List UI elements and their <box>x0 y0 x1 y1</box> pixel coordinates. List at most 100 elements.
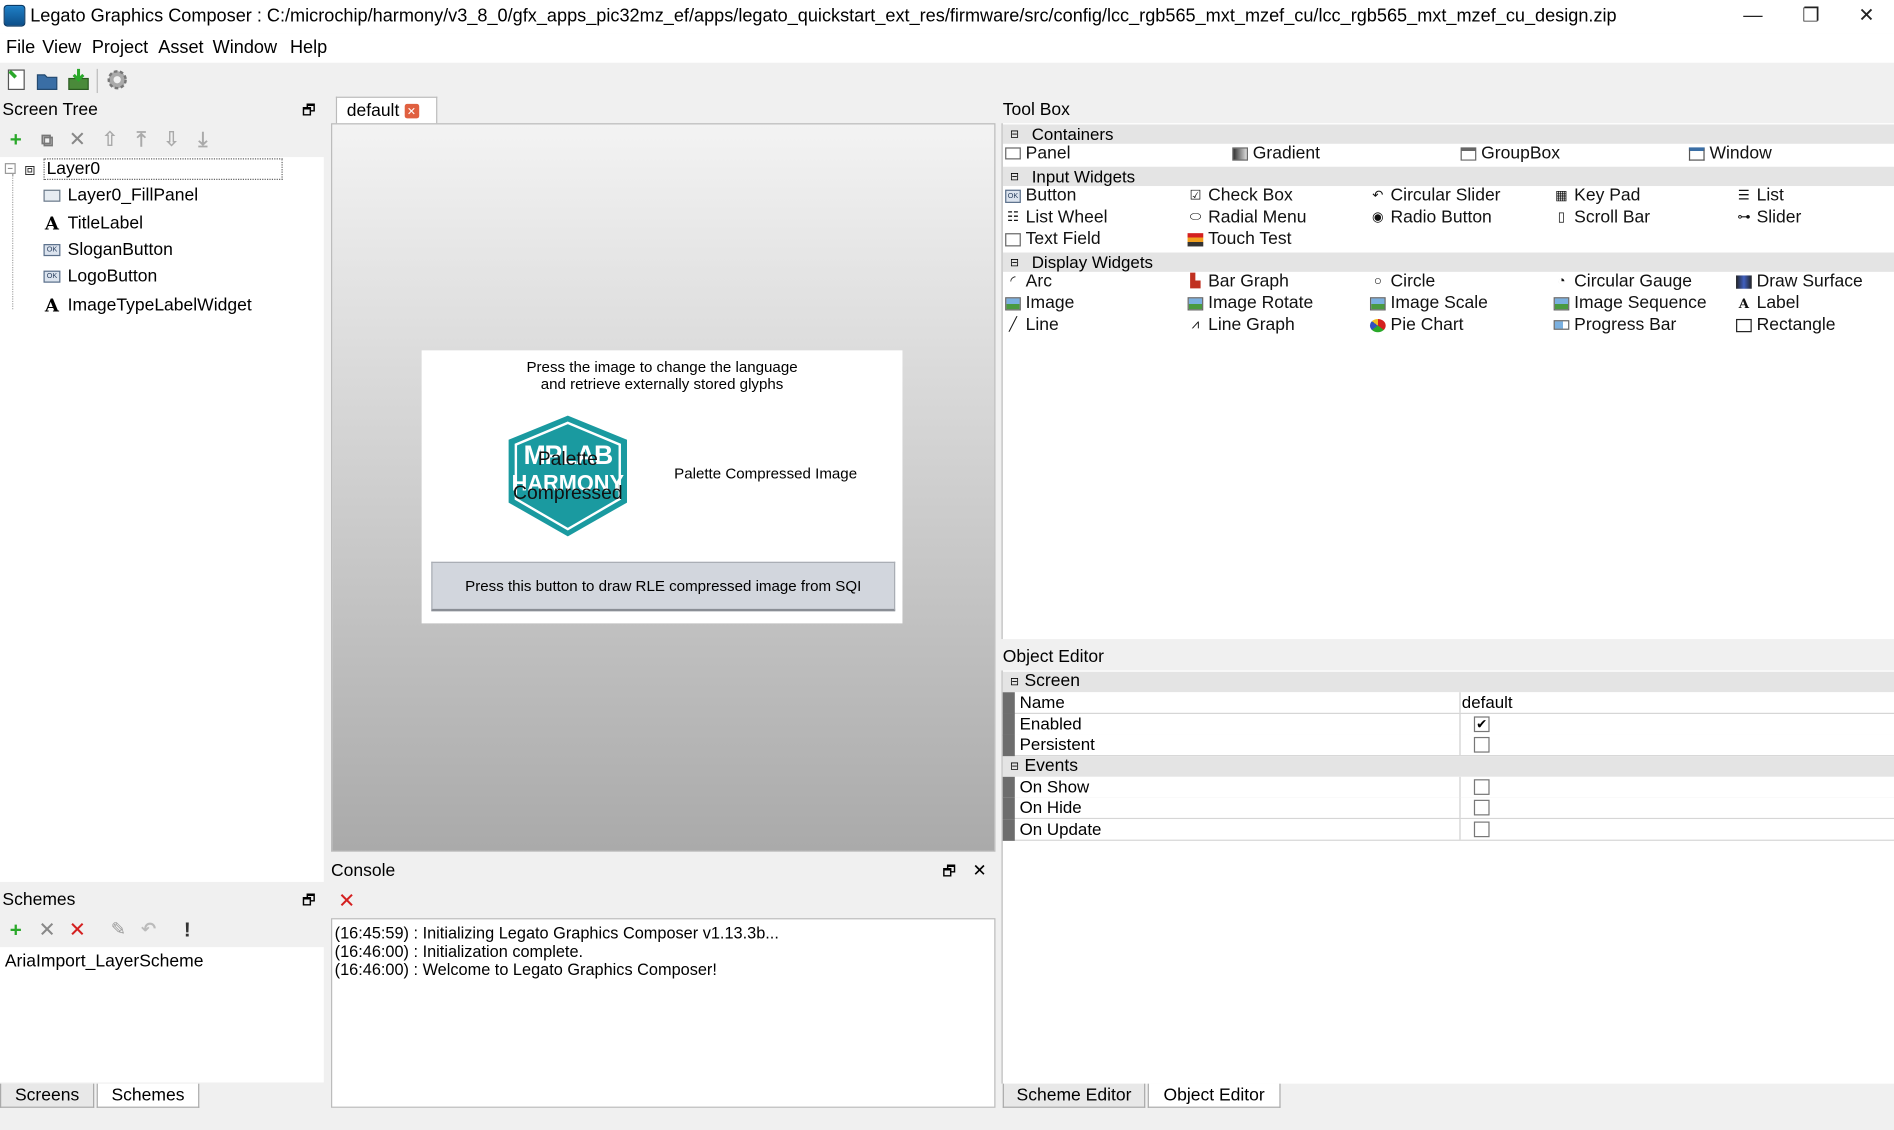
on-update-checkbox[interactable] <box>1473 821 1490 838</box>
delete-icon[interactable]: ✕ <box>66 129 88 151</box>
tool-arc[interactable]: ◜ Arc <box>1005 272 1052 291</box>
on-show-checkbox[interactable] <box>1473 779 1490 795</box>
tool-key-pad[interactable]: ▦ Key Pad <box>1554 186 1640 205</box>
tab-screens[interactable]: Screens <box>0 1083 95 1108</box>
tool-radial-menu[interactable]: ⬭ Radial Menu <box>1188 208 1307 227</box>
move-bottom-icon[interactable]: ⤓ <box>192 129 214 151</box>
section-display-widgets[interactable]: ⊟ Display Widgets <box>1002 252 1894 272</box>
edit-scheme-icon[interactable]: ✎ <box>108 919 130 941</box>
tool-rectangle[interactable]: Rectangle <box>1736 315 1835 335</box>
add-icon[interactable]: + <box>5 129 27 151</box>
section-containers[interactable]: ⊟ Containers <box>1002 124 1894 144</box>
tool-label[interactable]: A Label <box>1736 294 1800 313</box>
save-icon[interactable] <box>66 68 90 92</box>
float-panel-icon[interactable]: 🗗 <box>942 860 956 885</box>
tool-circle[interactable]: ○ Circle <box>1370 272 1435 291</box>
move-up-icon[interactable]: ⇧ <box>99 129 121 151</box>
tool-list[interactable]: ☰ List <box>1736 186 1784 205</box>
tree-node-titlelabel[interactable]: A TitleLabel <box>43 213 143 235</box>
clear-console-icon[interactable]: ✕ <box>336 890 358 912</box>
tool-check-box[interactable]: ☑ Check Box <box>1188 186 1292 205</box>
enabled-checkbox[interactable]: ✔ <box>1473 716 1490 733</box>
tool-bar-graph[interactable]: ▙ Bar Graph <box>1188 272 1289 291</box>
property-key: Name <box>1019 692 1065 712</box>
new-file-icon[interactable] <box>5 68 29 92</box>
move-top-icon[interactable]: ⤒ <box>130 129 152 151</box>
oe-screen-section[interactable]: ⊟ Screen <box>1002 671 1894 693</box>
tool-image-rotate[interactable]: Image Rotate <box>1187 294 1313 313</box>
float-panel-icon[interactable]: 🗗 <box>302 889 316 914</box>
undo-icon[interactable]: ↶ <box>138 919 160 941</box>
open-folder-icon[interactable] <box>35 68 59 92</box>
tool-groupbox[interactable]: GroupBox <box>1460 144 1560 163</box>
tool-circular-slider[interactable]: ↶ Circular Slider <box>1370 186 1500 205</box>
tree-node-logobutton[interactable]: OK LogoButton <box>43 267 157 286</box>
add-layer-icon[interactable]: ⧉ <box>36 129 58 151</box>
tab-scheme-editor[interactable]: Scheme Editor <box>1002 1083 1146 1108</box>
oe-events-section[interactable]: ⊟ Events <box>1002 756 1894 777</box>
close-tab-icon[interactable]: ✕ <box>404 103 419 118</box>
restore-button[interactable]: ❐ <box>1783 0 1839 34</box>
close-console-icon[interactable]: ✕ <box>973 860 987 881</box>
arc-icon: ◜ <box>1010 273 1016 289</box>
float-panel-icon[interactable]: 🗗 <box>302 99 316 124</box>
tool-line-graph[interactable]: ⩘ Line Graph <box>1188 315 1295 334</box>
tool-list-wheel[interactable]: ☷ List Wheel <box>1005 208 1107 227</box>
menu-help[interactable]: Help <box>290 37 327 58</box>
tool-draw-surface[interactable]: Draw Surface <box>1736 272 1863 291</box>
tool-window[interactable]: Window <box>1688 144 1772 163</box>
tool-image-scale[interactable]: Image Scale <box>1369 294 1488 313</box>
minimize-button[interactable]: — <box>1725 0 1781 34</box>
tool-gradient[interactable]: Gradient <box>1232 144 1320 163</box>
tool-slider[interactable]: ⊶ Slider <box>1736 208 1801 227</box>
persistent-checkbox[interactable] <box>1473 736 1490 753</box>
tool-pie-chart[interactable]: Pie Chart <box>1369 315 1464 335</box>
delete-scheme-icon[interactable]: ✕ <box>66 919 88 941</box>
tool-image[interactable]: Image <box>1005 294 1074 313</box>
slogan-button-widget[interactable]: Press this button to draw RLE compressed… <box>431 561 896 612</box>
tree-node-fillpanel[interactable]: Layer0_FillPanel <box>43 186 198 205</box>
tree-node-sloganbutton[interactable]: OK SloganButton <box>43 240 173 260</box>
on-hide-checkbox[interactable] <box>1473 799 1490 816</box>
circular-gauge-icon: ◔ <box>1557 273 1566 289</box>
tool-touch-test[interactable]: Touch Test <box>1187 230 1292 249</box>
menu-window[interactable]: Window <box>213 37 277 58</box>
tool-image-sequence[interactable]: Image Sequence <box>1553 294 1707 313</box>
collapse-toggle-icon[interactable]: − <box>4 163 16 174</box>
move-down-icon[interactable]: ⇩ <box>161 129 183 151</box>
tool-panel[interactable]: Panel <box>1005 144 1070 163</box>
close-window-button[interactable]: ✕ <box>1839 0 1894 34</box>
property-value[interactable]: default <box>1462 692 1513 713</box>
title-label-widget[interactable]: Press the image to change the language a… <box>422 359 903 393</box>
progress-bar-icon <box>1553 320 1570 330</box>
menu-view[interactable]: View <box>42 37 81 58</box>
logo-button-widget[interactable]: MPLAB HARMONY Palette Compressed <box>501 413 634 539</box>
menu-project[interactable]: Project <box>92 37 148 58</box>
tab-object-editor[interactable]: Object Editor <box>1147 1083 1281 1108</box>
menu-asset[interactable]: Asset <box>158 37 203 58</box>
tab-default[interactable]: default ✕ <box>335 96 437 124</box>
remove-scheme-icon[interactable]: ✕ <box>36 919 58 941</box>
settings-gear-icon[interactable] <box>105 68 129 92</box>
image-type-label-widget[interactable]: Palette Compressed Image <box>674 465 857 482</box>
scheme-item[interactable]: AriaImport_LayerScheme <box>5 952 204 971</box>
tool-circular-gauge[interactable]: ◔ Circular Gauge <box>1554 272 1692 291</box>
tool-scroll-bar[interactable]: ▯ Scroll Bar <box>1554 208 1650 227</box>
oe-row-enabled: Enabled ✔ <box>1002 713 1894 736</box>
logo-overlay-line-1: Palette <box>537 449 598 470</box>
warning-icon[interactable]: ! <box>176 919 198 941</box>
tree-node-layer0[interactable]: ⧈ Layer0 <box>24 158 283 181</box>
screen-preview[interactable]: Press the image to change the language a… <box>421 350 903 624</box>
tool-button[interactable]: OK Button <box>1005 186 1076 205</box>
tool-text-field[interactable]: Text Field <box>1005 230 1101 249</box>
tree-node-imagetypelabel[interactable]: A ImageTypeLabelWidget <box>43 295 252 317</box>
tool-line[interactable]: ╱ Line <box>1005 315 1059 334</box>
section-input-widgets[interactable]: ⊟ Input Widgets <box>1002 166 1894 187</box>
tool-radio-button[interactable]: ◉ Radio Button <box>1370 208 1492 227</box>
add-scheme-icon[interactable]: + <box>5 919 27 941</box>
panel-icon <box>1005 147 1021 160</box>
tool-progress-bar[interactable]: Progress Bar <box>1553 315 1676 335</box>
menu-file[interactable]: File <box>6 37 35 58</box>
schemes-title: Schemes <box>2 890 76 910</box>
tab-schemes[interactable]: Schemes <box>96 1083 200 1108</box>
